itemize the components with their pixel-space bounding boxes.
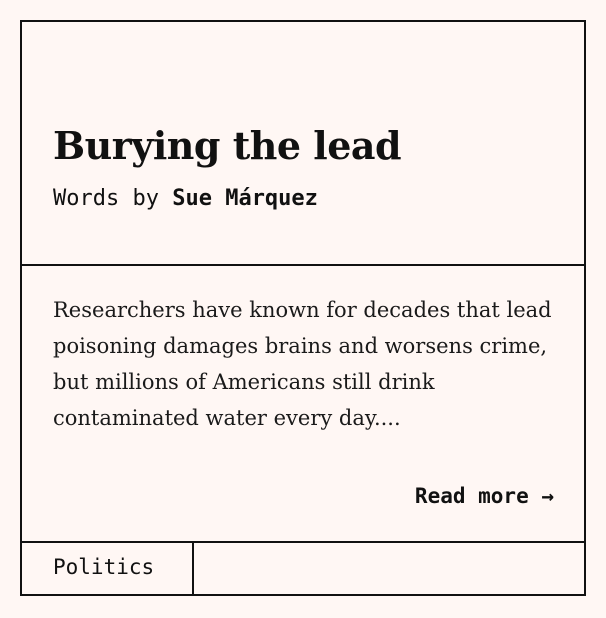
card-footer: Politics <box>22 541 584 594</box>
card-header: Burying the lead Words by Sue Márquez <box>22 22 584 266</box>
article-title: Burying the lead <box>53 123 402 168</box>
byline-prefix: Words by <box>53 186 173 211</box>
card-body: Researchers have known for decades that … <box>22 266 584 542</box>
article-card: Burying the lead Words by Sue Márquez Re… <box>20 20 586 596</box>
article-excerpt: Researchers have known for decades that … <box>53 298 552 430</box>
byline: Words by Sue Márquez <box>53 184 318 214</box>
category-tag[interactable]: Politics <box>22 543 194 594</box>
read-more-link[interactable]: Read more → <box>415 484 554 508</box>
author-name: Sue Márquez <box>172 186 318 211</box>
